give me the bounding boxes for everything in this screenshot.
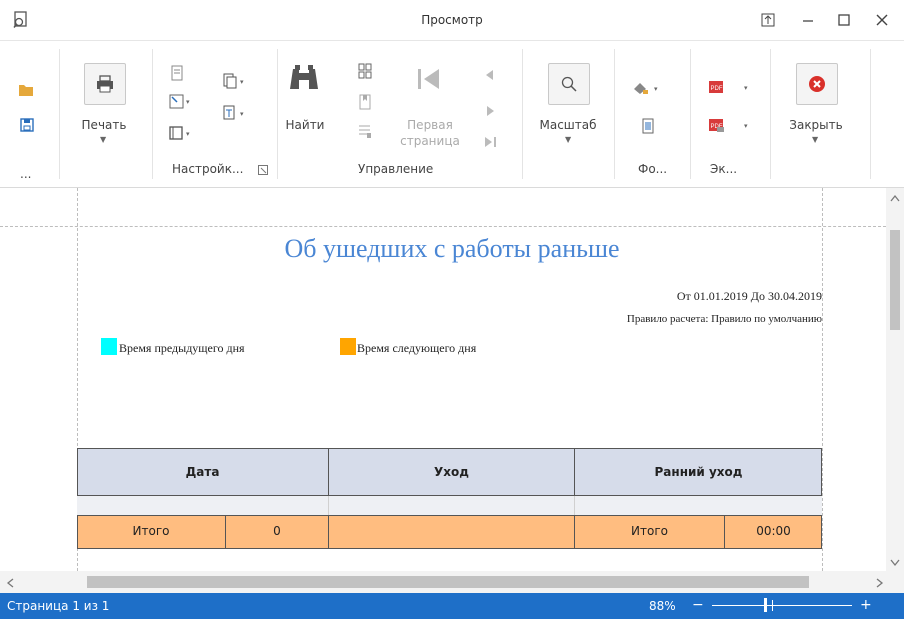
total-left-label: Итого <box>132 524 170 538</box>
svg-text:PDF: PDF <box>711 86 723 92</box>
first-page-label-1: Первая <box>407 118 453 132</box>
legend-label-prev: Время предыдущего дня <box>119 341 245 355</box>
maximize-button[interactable] <box>830 6 858 34</box>
title-bar: Просмотр <box>0 0 904 41</box>
close-window-button[interactable] <box>868 6 896 34</box>
binoculars-icon[interactable] <box>289 63 319 94</box>
print-label[interactable]: Печать <box>78 118 130 132</box>
scroll-up-icon[interactable] <box>890 194 900 205</box>
status-bar: Страница 1 из 1 88% − + <box>0 593 904 619</box>
total-right-value: 00:00 <box>756 524 791 538</box>
page-setup-icon[interactable]: ▾ <box>222 73 248 92</box>
zoom-button[interactable] <box>548 63 590 105</box>
legend-swatch-prev <box>101 338 117 355</box>
ribbon-separator <box>277 49 278 179</box>
zoom-in-button[interactable]: + <box>860 597 872 613</box>
svg-text:▾: ▾ <box>186 130 190 138</box>
column-header-early-leave: Ранний уход <box>654 465 743 479</box>
zoom-slider-center-mark <box>772 600 773 611</box>
vertical-scrollbar[interactable] <box>886 188 904 571</box>
ribbon-separator <box>152 49 153 179</box>
close-preview-button[interactable] <box>796 63 838 105</box>
watermark-icon[interactable] <box>642 118 654 137</box>
table-column-divider <box>328 515 329 549</box>
file-group-label: ... <box>20 167 32 181</box>
open-icon[interactable] <box>18 83 34 100</box>
scroll-thumb-vertical[interactable] <box>890 230 900 330</box>
column-header-leave: Уход <box>434 465 469 479</box>
margin-guide <box>0 226 886 227</box>
horizontal-scrollbar[interactable] <box>0 571 904 593</box>
zoom-percent: 88% <box>649 599 676 613</box>
legend-label-next: Время следующего дня <box>357 341 477 355</box>
navigation-group-label: Управление <box>358 162 434 176</box>
thumbnails-icon[interactable] <box>358 63 372 82</box>
ribbon-separator <box>522 49 523 179</box>
scale-icon[interactable]: ▾ <box>222 105 248 124</box>
report-rule: Правило расчета: Правило по умолчанию <box>626 313 822 325</box>
chevron-down-icon[interactable]: ▼ <box>812 135 818 144</box>
ribbon-separator <box>770 49 771 179</box>
svg-text:▾: ▾ <box>186 98 190 106</box>
total-right-label: Итого <box>631 524 668 538</box>
next-page-icon <box>486 105 496 120</box>
scroll-right-icon[interactable] <box>876 577 884 591</box>
column-header-date: Дата <box>185 465 220 479</box>
table-column-divider <box>328 496 329 515</box>
ribbon: ... Печать ▼ ▾ ▾ ▾ ▾ Настройк... Найти П… <box>0 41 904 188</box>
svg-text:▾: ▾ <box>240 78 244 86</box>
total-left-value: 0 <box>273 524 281 538</box>
settings-group-label: Настройк... <box>172 162 244 176</box>
legend-swatch-next <box>340 338 356 355</box>
send-pdf-icon[interactable]: PDF ▾ <box>708 117 754 136</box>
last-page-icon <box>484 136 498 151</box>
chevron-down-icon[interactable]: ▼ <box>565 135 571 144</box>
chevron-down-icon[interactable]: ▼ <box>100 135 106 144</box>
margins-icon[interactable]: ▾ <box>169 94 191 113</box>
pin-icon[interactable] <box>754 6 782 34</box>
parameters-icon <box>358 123 372 142</box>
close-label[interactable]: Закрыть <box>782 118 850 132</box>
svg-text:▾: ▾ <box>744 122 748 130</box>
zoom-out-button[interactable]: − <box>692 597 704 613</box>
fill-color-icon[interactable]: ▾ <box>632 81 662 98</box>
dialog-launcher-icon[interactable] <box>258 164 268 178</box>
report-table: Дата Уход Ранний уход Итого 0 Итого 00:0… <box>77 448 822 549</box>
zoom-slider-track[interactable] <box>712 605 852 606</box>
first-page-icon <box>417 68 441 93</box>
ribbon-separator <box>614 49 615 179</box>
svg-text:▾: ▾ <box>240 110 244 118</box>
orientation-icon[interactable]: ▾ <box>169 125 191 144</box>
zoom-slider-thumb[interactable] <box>764 598 767 612</box>
export-group-label: Эк... <box>710 162 738 176</box>
scroll-down-icon[interactable] <box>890 556 900 570</box>
zoom-label[interactable]: Масштаб <box>536 118 600 132</box>
page-indicator: Страница 1 из 1 <box>7 599 110 613</box>
report-date-range: От 01.01.2019 До 30.04.2019 <box>676 289 822 303</box>
page-icon[interactable] <box>171 65 183 84</box>
minimize-button[interactable] <box>794 6 822 34</box>
report-title: Об ушедших с работы раньше <box>284 234 620 263</box>
ribbon-separator <box>690 49 691 179</box>
bookmark-icon <box>358 94 372 113</box>
ribbon-separator <box>59 49 60 179</box>
export-pdf-icon[interactable]: PDF ▾ <box>708 79 754 98</box>
find-label[interactable]: Найти <box>285 118 325 132</box>
table-row <box>77 496 822 515</box>
scroll-thumb-horizontal[interactable] <box>87 576 809 588</box>
print-button[interactable] <box>84 63 126 105</box>
document-area: Об ушедших с работы раньше От 01.01.2019… <box>0 188 886 571</box>
svg-text:▾: ▾ <box>744 84 748 92</box>
prev-page-icon <box>484 69 494 84</box>
table-column-divider <box>574 496 575 515</box>
ribbon-separator <box>870 49 871 179</box>
svg-text:▾: ▾ <box>654 85 658 93</box>
background-group-label: Фо... <box>638 162 668 176</box>
save-icon[interactable] <box>20 118 34 135</box>
first-page-label-2: страница <box>400 134 460 148</box>
scroll-left-icon[interactable] <box>6 577 14 591</box>
